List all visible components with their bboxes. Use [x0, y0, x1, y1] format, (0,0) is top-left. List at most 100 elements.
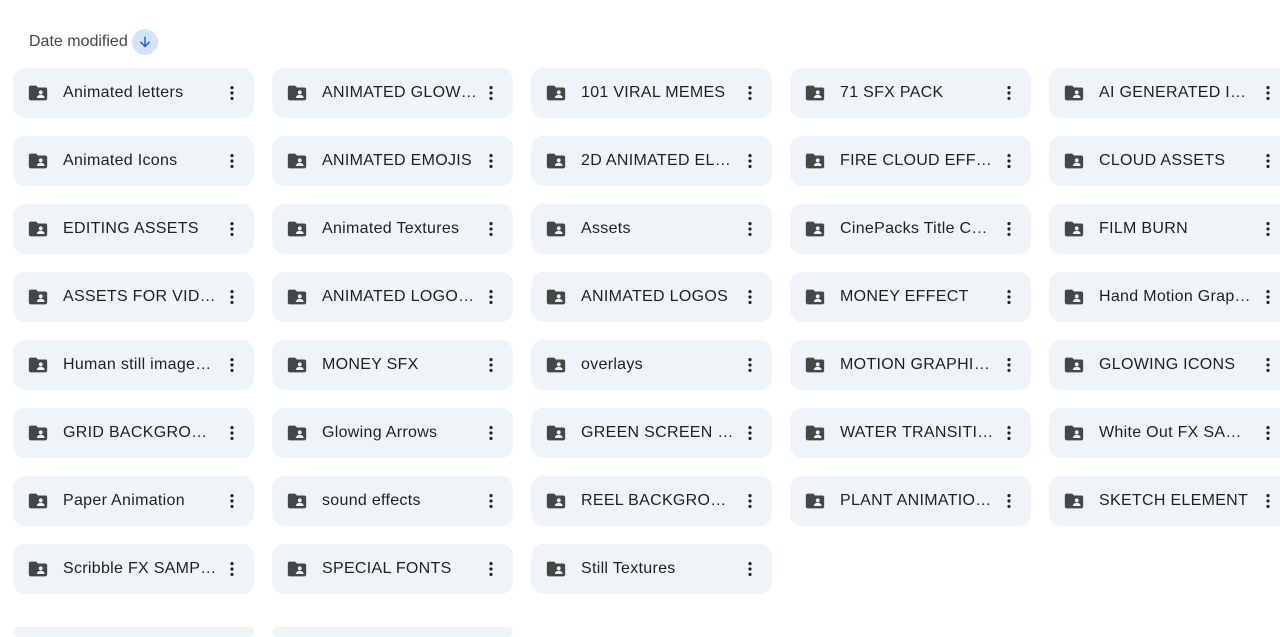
- more-actions-button[interactable]: [993, 417, 1025, 449]
- more-vert-icon: [1007, 154, 1011, 168]
- more-vert-icon: [230, 494, 234, 508]
- folder-card[interactable]: Scribble FX SAMPLE: [13, 544, 254, 594]
- more-actions-button[interactable]: [216, 145, 248, 177]
- folder-card[interactable]: FILM BURN: [1049, 204, 1280, 254]
- folder-card[interactable]: FIRE CLOUD EFFECTS: [790, 136, 1031, 186]
- more-actions-button[interactable]: [216, 77, 248, 109]
- folder-card[interactable]: CinePacks Title Cards: [790, 204, 1031, 254]
- more-actions-button[interactable]: [734, 485, 766, 517]
- more-vert-icon: [230, 86, 234, 100]
- folder-card[interactable]: MONEY EFFECT: [790, 272, 1031, 322]
- folder-name: 71 SFX PACK: [840, 84, 944, 101]
- folder-name: GREEN SCREEN EFFECTS: [581, 424, 736, 441]
- more-actions-button[interactable]: [1252, 281, 1280, 313]
- folder-card[interactable]: Assets: [531, 204, 772, 254]
- folder-card[interactable]: SKETCH ELEMENT: [1049, 476, 1280, 526]
- more-actions-button[interactable]: [993, 145, 1025, 177]
- more-actions-button[interactable]: [734, 417, 766, 449]
- more-actions-button[interactable]: [216, 281, 248, 313]
- sort-label[interactable]: Date modified: [29, 29, 128, 55]
- more-vert-icon: [489, 290, 493, 304]
- more-actions-button[interactable]: [734, 281, 766, 313]
- more-actions-button[interactable]: [475, 553, 507, 585]
- more-actions-button[interactable]: [216, 553, 248, 585]
- more-actions-button[interactable]: [993, 213, 1025, 245]
- folder-card[interactable]: PLANT ANIMATIONS: [790, 476, 1031, 526]
- more-actions-button[interactable]: [216, 349, 248, 381]
- folder-card[interactable]: WATER TRANSITIONS: [790, 408, 1031, 458]
- more-actions-button[interactable]: [1252, 417, 1280, 449]
- folder-card[interactable]: Still Textures: [531, 544, 772, 594]
- folder-card[interactable]: 2D ANIMATED ELEMENTS: [531, 136, 772, 186]
- more-actions-button[interactable]: [734, 145, 766, 177]
- folder-card[interactable]: Paper Animation: [13, 476, 254, 526]
- folder-card[interactable]: EDITING ASSETS: [13, 204, 254, 254]
- more-actions-button[interactable]: [734, 349, 766, 381]
- folder-card[interactable]: AI GENERATED IMAGES: [1049, 68, 1280, 118]
- folder-card[interactable]: REEL BACKGROUNDS: [531, 476, 772, 526]
- more-vert-icon: [1266, 154, 1270, 168]
- folder-card[interactable]: MONEY SFX: [272, 340, 513, 390]
- folder-name: EDITING ASSETS: [63, 220, 199, 237]
- more-actions-button[interactable]: [993, 485, 1025, 517]
- more-actions-button[interactable]: [1252, 485, 1280, 517]
- folder-card[interactable]: ANIMATED EMOJIS: [272, 136, 513, 186]
- more-vert-icon: [489, 86, 493, 100]
- folder-card[interactable]: Hand Motion Graphics: [1049, 272, 1280, 322]
- folder-card[interactable]: GRID BACKGROUNDS: [13, 408, 254, 458]
- folder-card[interactable]: 101 VIRAL MEMES: [531, 68, 772, 118]
- folder-card[interactable]: GREEN SCREEN EFFECTS: [531, 408, 772, 458]
- more-actions-button[interactable]: [475, 281, 507, 313]
- sort-bar: Date modified: [29, 29, 158, 55]
- more-actions-button[interactable]: [993, 281, 1025, 313]
- more-actions-button[interactable]: [1252, 349, 1280, 381]
- folder-card[interactable]: 71 SFX PACK: [790, 68, 1031, 118]
- folder-grid: Animated letters ANIMATED GLOWING ARROWS: [13, 68, 1280, 594]
- more-actions-button[interactable]: [475, 417, 507, 449]
- more-actions-button[interactable]: [734, 213, 766, 245]
- folder-card[interactable]: Glowing Arrows: [272, 408, 513, 458]
- folder-card[interactable]: GLOWING ICONS: [1049, 340, 1280, 390]
- folder-card[interactable]: Animated letters: [13, 68, 254, 118]
- more-actions-button[interactable]: [1252, 77, 1280, 109]
- shared-folder-icon: [1064, 289, 1084, 305]
- more-actions-button[interactable]: [475, 349, 507, 381]
- more-actions-button[interactable]: [734, 553, 766, 585]
- folder-card[interactable]: overlays: [531, 340, 772, 390]
- folder-card-partial[interactable]: [13, 627, 254, 637]
- sort-direction-button[interactable]: [131, 29, 158, 55]
- folder-card[interactable]: Human still images for: [13, 340, 254, 390]
- folder-card[interactable]: sound effects: [272, 476, 513, 526]
- folder-card[interactable]: Animated Icons: [13, 136, 254, 186]
- more-actions-button[interactable]: [993, 349, 1025, 381]
- more-actions-button[interactable]: [1252, 213, 1280, 245]
- more-actions-button[interactable]: [475, 77, 507, 109]
- folder-card[interactable]: White Out FX SAMPLE: [1049, 408, 1280, 458]
- folder-card[interactable]: MOTION GRAPHICS: [790, 340, 1031, 390]
- folder-card[interactable]: CLOUD ASSETS: [1049, 136, 1280, 186]
- more-actions-button[interactable]: [475, 213, 507, 245]
- folder-name: MONEY EFFECT: [840, 288, 969, 305]
- more-actions-button[interactable]: [475, 485, 507, 517]
- more-actions-button[interactable]: [475, 145, 507, 177]
- more-actions-button[interactable]: [216, 485, 248, 517]
- folder-card[interactable]: SPECIAL FONTS: [272, 544, 513, 594]
- more-actions-button[interactable]: [734, 77, 766, 109]
- folder-name: ANIMATED LOGOS: [581, 288, 729, 305]
- more-actions-button[interactable]: [993, 77, 1025, 109]
- more-vert-icon: [748, 494, 752, 508]
- more-vert-icon: [748, 290, 752, 304]
- folder-card[interactable]: ANIMATED GLOWING ARROWS: [272, 68, 513, 118]
- more-vert-icon: [1007, 290, 1011, 304]
- more-vert-icon: [489, 358, 493, 372]
- folder-name: sound effects: [322, 492, 421, 509]
- folder-card[interactable]: Animated Textures: [272, 204, 513, 254]
- more-actions-button[interactable]: [1252, 145, 1280, 177]
- folder-card[interactable]: ASSETS FOR VIDEOS: [13, 272, 254, 322]
- arrow-down-icon: [139, 36, 150, 48]
- folder-card[interactable]: ANIMATED LOGOS 2: [272, 272, 513, 322]
- more-actions-button[interactable]: [216, 417, 248, 449]
- more-actions-button[interactable]: [216, 213, 248, 245]
- folder-card-partial[interactable]: [272, 627, 513, 637]
- folder-card[interactable]: ANIMATED LOGOS: [531, 272, 772, 322]
